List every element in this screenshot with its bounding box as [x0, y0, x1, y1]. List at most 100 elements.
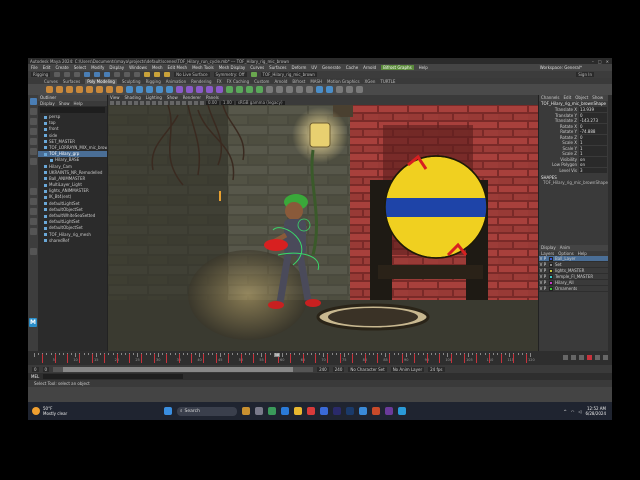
viewport-menu-show[interactable]: Show	[167, 95, 178, 100]
object-name-field[interactable]: TOF_Hilary_rig_mic_brown	[260, 72, 317, 77]
menu-file[interactable]: File	[31, 65, 38, 70]
menu-create[interactable]: Create	[55, 65, 68, 70]
film-gate-icon[interactable]	[140, 100, 144, 105]
layer-color-swatch[interactable]	[549, 274, 553, 279]
channel-row[interactable]: Rotate Y -74.888	[539, 129, 612, 135]
windows-start-icon[interactable]	[164, 407, 172, 415]
unfold-icon[interactable]	[296, 86, 303, 93]
smooth-icon[interactable]	[146, 86, 153, 93]
tab-arnold[interactable]: Arnold	[274, 79, 287, 84]
platonic-icon[interactable]	[116, 86, 123, 93]
layer-color-swatch[interactable]	[549, 256, 553, 261]
time-slider[interactable]: 5101520253035404550556065707580859095100…	[28, 351, 612, 365]
auto-map-icon[interactable]	[286, 86, 293, 93]
file-explorer-icon[interactable]	[294, 407, 302, 415]
rotate-tool-icon[interactable]	[29, 138, 37, 145]
layer-row[interactable]: V P Ornaments	[539, 286, 612, 292]
append-icon[interactable]	[216, 86, 223, 93]
symmetry-dropdown[interactable]: Symmetry: Off	[213, 72, 247, 77]
center-pivot-icon[interactable]	[336, 86, 343, 93]
persp-graph-icon[interactable]	[29, 218, 37, 225]
tab-surfaces[interactable]: Surfaces	[63, 79, 80, 84]
channel-row[interactable]: Translate Z -143.273	[539, 118, 612, 124]
search-icon[interactable]	[29, 248, 37, 255]
tab-turtle[interactable]: TURTLE	[380, 79, 395, 84]
app-icon[interactable]	[385, 407, 393, 415]
range-slider[interactable]	[53, 366, 314, 372]
channel-value[interactable]: 1	[579, 145, 607, 151]
menu-mesh[interactable]: Mesh	[152, 65, 163, 70]
powerpoint-icon[interactable]	[372, 407, 380, 415]
poly-sphere-icon[interactable]	[46, 86, 53, 93]
command-input[interactable]	[43, 374, 184, 379]
new-scene-icon[interactable]	[54, 72, 61, 77]
select-component-icon[interactable]	[104, 72, 111, 77]
channel-row[interactable]: Translate X 13.939	[539, 107, 612, 113]
outliner-search-input[interactable]	[40, 107, 105, 113]
photoshop-icon[interactable]	[346, 407, 354, 415]
quad-draw-icon[interactable]	[256, 86, 263, 93]
harden-edge-icon[interactable]	[326, 86, 333, 93]
soften-edge-icon[interactable]	[316, 86, 323, 93]
chat-icon[interactable]	[268, 407, 276, 415]
viewport-menu-renderer[interactable]: Renderer	[183, 95, 201, 100]
ipr-render-icon[interactable]	[154, 72, 161, 77]
smooth-shade-icon[interactable]	[158, 100, 162, 105]
target-weld-icon[interactable]	[236, 86, 243, 93]
task-view-icon[interactable]	[255, 407, 263, 415]
tab-bifrost[interactable]: Bifrost	[292, 79, 305, 84]
edge-icon[interactable]	[281, 407, 289, 415]
maya-logo-icon[interactable]: M	[29, 318, 37, 327]
near-clip-field[interactable]: 0.00	[206, 100, 219, 105]
save-scene-icon[interactable]	[74, 72, 81, 77]
live-surface-field[interactable]: No Live Surface	[174, 72, 210, 77]
poly-plane-icon[interactable]	[96, 86, 103, 93]
channel-row[interactable]: Low Polygon on	[539, 162, 612, 168]
tab-rigging[interactable]: Rigging	[146, 79, 161, 84]
side-tabs[interactable]	[608, 95, 612, 351]
far-clip-field[interactable]: 1.00	[220, 100, 234, 105]
channel-value[interactable]: 0	[579, 112, 607, 118]
taskbar-search[interactable]: ⌕ Search	[177, 406, 237, 416]
last-tool-icon[interactable]	[29, 158, 37, 165]
channel-row[interactable]: Scale X1	[539, 140, 612, 146]
channel-value[interactable]: on	[579, 156, 607, 162]
word-icon[interactable]	[359, 407, 367, 415]
close-icon[interactable]: ✕	[606, 59, 609, 64]
persp-outliner-icon[interactable]	[29, 208, 37, 215]
snap-curve-icon[interactable]	[124, 72, 131, 77]
outliner-layout-icon[interactable]	[29, 228, 37, 235]
tray-chevron-icon[interactable]: ^	[564, 409, 567, 414]
uv-editor-icon[interactable]	[266, 86, 273, 93]
tab-curves[interactable]: Curves	[44, 79, 58, 84]
maya-taskbar-icon[interactable]	[398, 407, 406, 415]
menu-deform[interactable]: Deform	[291, 65, 306, 70]
textured-icon[interactable]	[164, 100, 168, 105]
end-frame-field[interactable]: 240	[332, 366, 345, 372]
antialiasing-icon[interactable]	[188, 100, 192, 105]
bookmark-icon[interactable]	[122, 100, 126, 105]
3d-viewport[interactable]	[108, 105, 538, 351]
viewport-menu-view[interactable]: View	[110, 95, 120, 100]
outliner-item[interactable]: sharedRef	[38, 238, 107, 244]
anim-layer-dropdown[interactable]: No Anim Layer	[390, 366, 425, 372]
bridge-icon[interactable]	[186, 86, 193, 93]
poly-cylinder-icon[interactable]	[66, 86, 73, 93]
menu-mesh-display[interactable]: Mesh Display	[219, 65, 246, 70]
current-frame-indicator[interactable]: 58	[273, 353, 281, 357]
ambient-occlusion-icon[interactable]	[182, 100, 186, 105]
bevel-icon[interactable]	[196, 86, 203, 93]
select-tool-icon[interactable]	[29, 98, 37, 105]
select-camera-icon[interactable]	[110, 100, 114, 105]
channel-value[interactable]: 1	[579, 151, 607, 157]
channel-row[interactable]: Scale Z1	[539, 151, 612, 157]
lasso-tool-icon[interactable]	[29, 108, 37, 115]
wifi-icon[interactable]: ◠	[571, 409, 575, 414]
tab-custom[interactable]: Custom	[254, 79, 269, 84]
tab-animation[interactable]: Animation	[166, 79, 186, 84]
xray-icon[interactable]	[200, 100, 204, 105]
menu-select[interactable]: Select	[74, 65, 86, 70]
grid-icon[interactable]	[134, 100, 138, 105]
boolean-icon[interactable]	[156, 86, 163, 93]
chrome-icon[interactable]	[307, 407, 315, 415]
